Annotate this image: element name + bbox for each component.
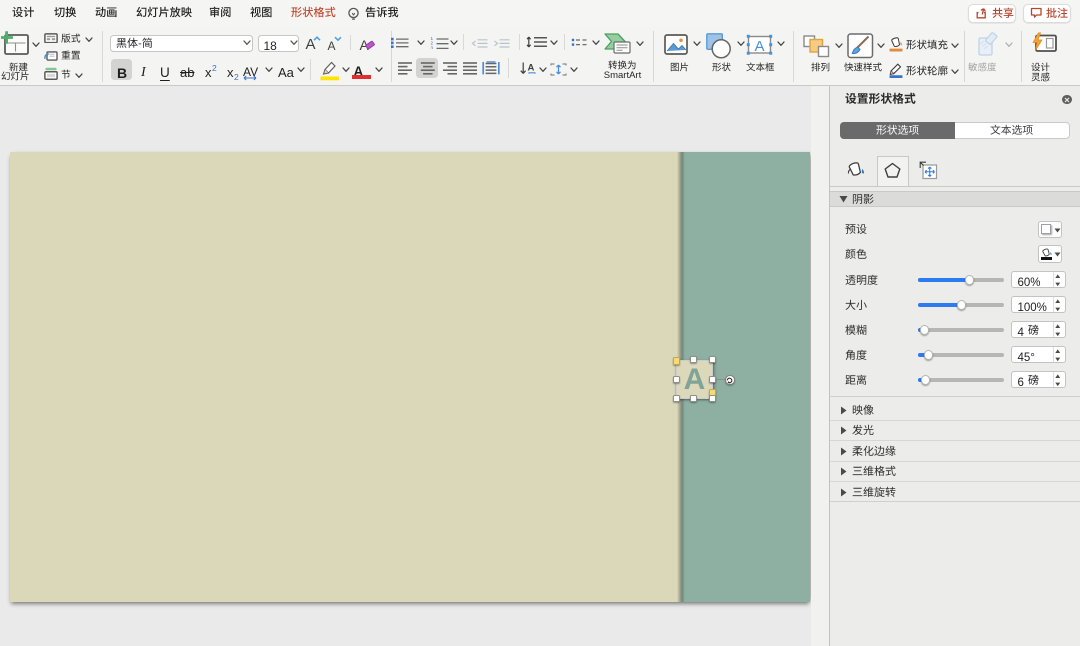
svg-text:3: 3 (430, 45, 433, 49)
svg-text:A: A (527, 63, 534, 74)
svg-text:A: A (755, 38, 765, 55)
